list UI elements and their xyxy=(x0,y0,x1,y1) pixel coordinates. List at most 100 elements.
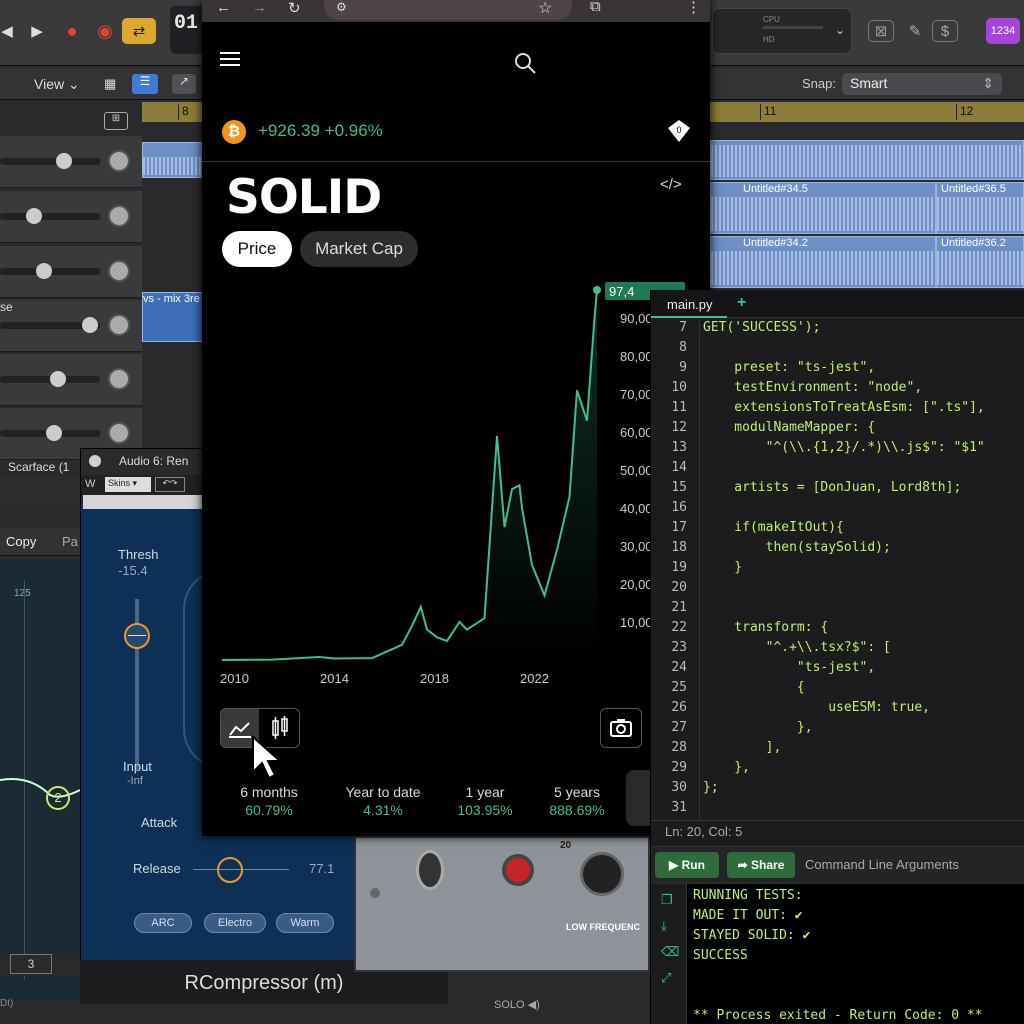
hamburger-menu-icon[interactable] xyxy=(220,52,240,68)
code-line[interactable]: { xyxy=(703,680,805,695)
code-line[interactable]: then(staySolid); xyxy=(703,540,891,555)
skins-dropdown[interactable]: Skins ▾ xyxy=(105,477,151,492)
thresh-slider-handle[interactable] xyxy=(124,623,150,649)
warm-button[interactable]: Warm xyxy=(276,913,334,933)
add-track-icon[interactable]: ⊞ xyxy=(104,112,128,130)
extensions-icon[interactable]: ⧉ xyxy=(590,0,601,15)
code-line[interactable]: GET('SUCCESS'); xyxy=(703,320,820,335)
audio-region[interactable]: vs - mix 3re xyxy=(142,292,204,342)
copy-button[interactable]: Copy xyxy=(6,534,36,549)
more-menu-icon[interactable]: ⋮ xyxy=(686,0,701,16)
track-header[interactable] xyxy=(0,354,142,406)
pan-knob[interactable] xyxy=(108,314,130,336)
code-line[interactable]: useESM: true, xyxy=(703,700,930,715)
solo-button[interactable]: SOLO ◀) xyxy=(494,998,540,1011)
console-output[interactable]: RUNNING TESTS: MADE IT OUT: ✔ STAYED SOLID… xyxy=(687,884,1024,1024)
code-line[interactable]: "^.+\\.tsx?$": [ xyxy=(703,640,891,655)
track-header[interactable] xyxy=(0,191,142,243)
undo-icon[interactable]: ↶↷ xyxy=(155,477,185,492)
audio-region[interactable]: Untitled#34.5 xyxy=(710,182,936,234)
bookmark-star-icon[interactable]: ☆ xyxy=(538,0,552,18)
tab-market-cap[interactable]: Market Cap xyxy=(300,231,418,267)
code-line[interactable]: modulNameMapper: { xyxy=(703,420,875,435)
grid-icon[interactable]: ▦ xyxy=(104,76,116,92)
screenshot-camera-icon[interactable] xyxy=(600,708,642,748)
frequency-knob[interactable] xyxy=(580,852,624,896)
eq-band-node[interactable]: 2 xyxy=(46,786,70,810)
pointer-tool-icon[interactable]: ↗ xyxy=(172,74,196,94)
fullscreen-icon[interactable]: ⤢ xyxy=(661,970,671,986)
code-line[interactable]: "^(\\.{1,2}/.*)\\.js$": "$1" xyxy=(703,440,985,455)
embed-code-icon[interactable]: </> xyxy=(660,176,682,193)
pan-knob[interactable] xyxy=(108,422,130,444)
back-icon[interactable]: ← xyxy=(216,0,231,16)
count-in-display[interactable]: 1234 xyxy=(986,18,1020,44)
file-tab-main-py[interactable]: main.py xyxy=(651,290,727,318)
audio-region[interactable]: Untitled#34.2 xyxy=(710,236,936,288)
performance-5-years[interactable]: 5 years 888.69% xyxy=(522,784,632,818)
code-line[interactable]: "ts-jest", xyxy=(703,660,875,675)
code-line[interactable]: testEnvironment: "node", xyxy=(703,380,922,395)
score-icon[interactable]: $ xyxy=(932,20,958,42)
code-line[interactable]: }; xyxy=(703,780,719,795)
forward-icon[interactable]: → xyxy=(252,0,267,16)
pan-knob[interactable] xyxy=(108,205,130,227)
pan-knob[interactable] xyxy=(108,260,130,282)
chevron-down-icon[interactable]: ⌄ xyxy=(835,23,845,37)
price-chart[interactable]: 10,00 20,00 30,00 40,00 50,00 60,00 70,00 80,00… xyxy=(202,270,710,700)
performance-6-months[interactable]: 6 months 60.79% xyxy=(214,784,324,818)
eq-display[interactable]: 125 2 xyxy=(0,560,80,1000)
electro-button[interactable]: Electro xyxy=(204,913,266,933)
share-button[interactable]: ➦ Share xyxy=(727,852,795,878)
clear-icon[interactable]: ⌫ xyxy=(661,944,679,960)
audio-region[interactable] xyxy=(142,142,204,178)
snap-select[interactable]: Smart ⇕ xyxy=(842,73,1002,95)
paste-button[interactable]: Pa xyxy=(62,534,78,549)
code-line[interactable]: artists = [DonJuan, Lord8th]; xyxy=(703,480,961,495)
tuner-icon[interactable]: ✎ xyxy=(900,18,930,44)
audio-region[interactable]: Untitled#36.5 xyxy=(936,182,1024,234)
download-icon[interactable]: ⤓ xyxy=(661,918,667,934)
pan-knob[interactable] xyxy=(108,150,130,172)
address-bar[interactable]: ⚙ xyxy=(324,0,572,20)
performance-year-to-date[interactable]: Year to date 4.31% xyxy=(328,784,438,818)
cycle-icon[interactable]: ⇄ xyxy=(122,18,156,44)
code-line[interactable]: } xyxy=(703,560,742,575)
release-slider-handle[interactable] xyxy=(217,857,243,883)
track-header[interactable] xyxy=(0,246,142,298)
capture-record-icon[interactable]: ◉ xyxy=(90,18,120,44)
add-file-button[interactable]: + xyxy=(737,294,746,312)
code-line[interactable]: transform: { xyxy=(703,620,828,635)
view-menu[interactable]: View ⌄ xyxy=(34,76,80,93)
rewind-icon[interactable]: ◀ xyxy=(0,18,22,44)
track-header[interactable]: se xyxy=(0,300,142,352)
play-icon[interactable]: ▶ xyxy=(22,18,52,44)
code-line[interactable]: ], xyxy=(703,740,782,755)
toggle-switch[interactable] xyxy=(416,850,444,890)
track-header[interactable] xyxy=(0,136,142,188)
audio-region[interactable]: Untitled#36.2 xyxy=(936,236,1024,288)
search-icon[interactable] xyxy=(514,52,538,76)
tab-price[interactable]: Price xyxy=(222,231,292,267)
audio-region[interactable] xyxy=(710,140,1024,180)
code-line[interactable]: }, xyxy=(703,760,750,775)
site-settings-icon[interactable]: ⚙ xyxy=(336,0,347,14)
reload-icon[interactable]: ↻ xyxy=(288,0,301,17)
code-line[interactable]: preset: "ts-jest", xyxy=(703,360,875,375)
current-price-dot[interactable] xyxy=(593,286,601,294)
close-icon[interactable]: ⊠ xyxy=(868,20,894,42)
code-line[interactable]: extensionsToTreatAsEsm: [".ts"], xyxy=(703,400,984,415)
code-line[interactable]: }, xyxy=(703,720,813,735)
value-field[interactable]: 3 xyxy=(10,954,52,974)
command-line-arguments-field[interactable]: Command Line Arguments xyxy=(805,857,959,872)
run-button[interactable]: ▶ Run xyxy=(655,852,719,878)
code-line[interactable]: if(makeItOut){ xyxy=(703,520,844,535)
diamond-logo-icon[interactable]: 0 xyxy=(666,118,692,144)
record-icon[interactable]: ● xyxy=(57,18,87,44)
line-number: 18 xyxy=(671,540,687,555)
pan-knob[interactable] xyxy=(108,368,130,390)
arc-button[interactable]: ARC xyxy=(134,913,192,933)
copy-icon[interactable]: ❐ xyxy=(661,892,673,908)
list-icon[interactable]: ☰ xyxy=(132,74,158,94)
close-dot-icon[interactable] xyxy=(89,455,101,467)
